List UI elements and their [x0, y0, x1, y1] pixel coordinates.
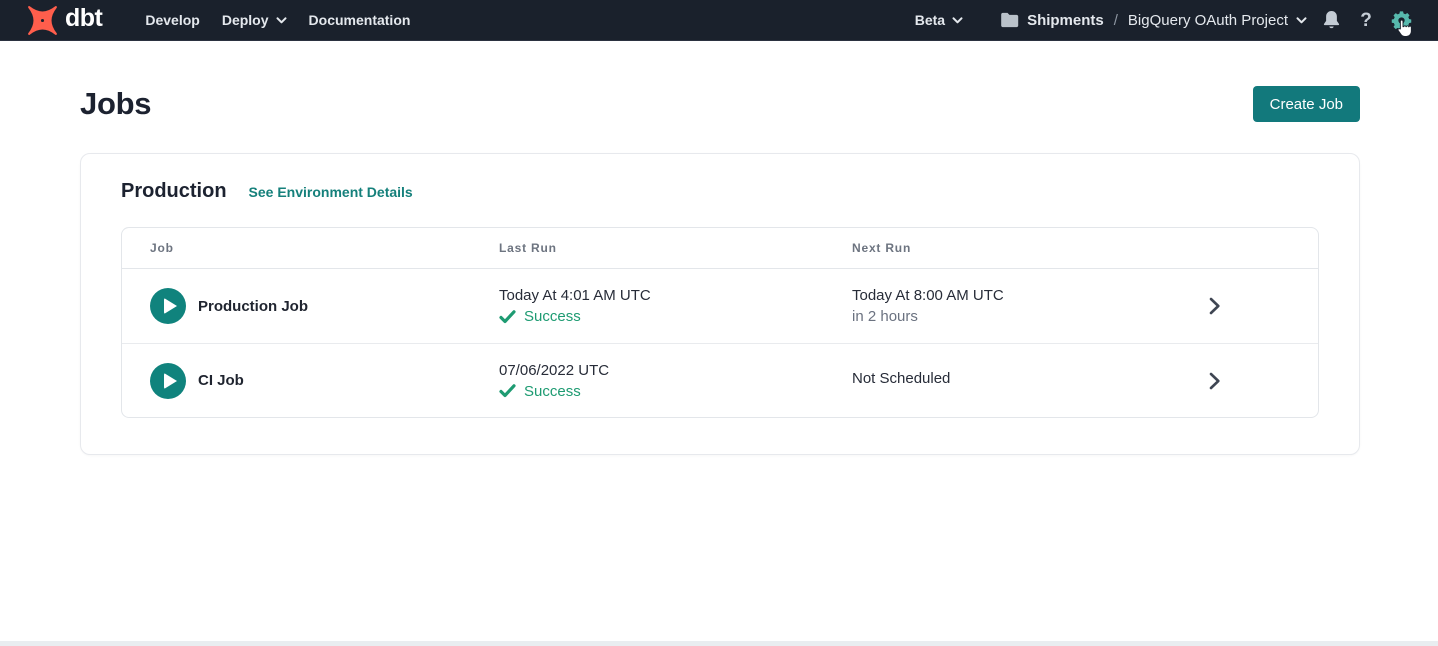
- breadcrumb-separator: /: [1114, 12, 1118, 29]
- row-detail-chevron[interactable]: [1107, 372, 1319, 390]
- environment-card: Production See Environment Details Job L…: [80, 153, 1360, 455]
- job-cell: Production Job: [150, 288, 499, 324]
- last-run-status-label: Success: [524, 383, 581, 400]
- nav-item-deploy[interactable]: Deploy: [222, 12, 287, 28]
- jobs-table: Job Last Run Next Run Production Job Tod…: [121, 227, 1319, 418]
- next-run-cell: Not Scheduled: [852, 370, 1107, 391]
- last-run-cell: Today At 4:01 AM UTC Success: [499, 287, 852, 325]
- nav-item-documentation[interactable]: Documentation: [309, 12, 411, 28]
- last-run-cell: 07/06/2022 UTC Success: [499, 362, 852, 400]
- last-run-time: 07/06/2022 UTC: [499, 362, 852, 379]
- job-cell: CI Job: [150, 363, 499, 399]
- dbt-logo-text: dbt: [65, 6, 102, 34]
- chevron-right-icon: [1209, 297, 1220, 315]
- beta-label: Beta: [915, 12, 945, 28]
- bell-icon: [1322, 10, 1341, 31]
- nav-item-documentation-label: Documentation: [309, 12, 411, 28]
- column-header-next-run: Next Run: [852, 241, 1107, 255]
- primary-nav: Develop Deploy Documentation: [134, 12, 421, 28]
- last-run-time: Today At 4:01 AM UTC: [499, 287, 852, 304]
- project-switcher[interactable]: Shipments / BigQuery OAuth Project: [1000, 12, 1307, 29]
- jobs-table-header: Job Last Run Next Run: [122, 228, 1318, 269]
- run-job-button[interactable]: [150, 288, 186, 324]
- folder-icon: [1000, 12, 1019, 28]
- chevron-down-icon: [1296, 17, 1307, 24]
- jobs-page: Jobs Create Job Production See Environme…: [0, 86, 1438, 455]
- notifications-button[interactable]: [1320, 9, 1342, 31]
- last-run-status-label: Success: [524, 308, 581, 325]
- environment-name: Production: [121, 180, 227, 203]
- chevron-right-icon: [1209, 372, 1220, 390]
- dbt-logo-center-dot: [41, 18, 44, 21]
- run-job-button[interactable]: [150, 363, 186, 399]
- check-icon: [499, 310, 516, 324]
- settings-button[interactable]: [1390, 9, 1412, 31]
- check-icon: [499, 384, 516, 398]
- next-run-cell: Today At 8:00 AM UTC in 2 hours: [852, 287, 1107, 325]
- chevron-down-icon: [276, 17, 287, 24]
- page-header: Jobs Create Job: [80, 86, 1360, 122]
- column-header-job: Job: [150, 241, 499, 255]
- last-run-status: Success: [499, 308, 852, 325]
- next-run-time: Not Scheduled: [852, 370, 1107, 387]
- beta-dropdown[interactable]: Beta: [915, 12, 963, 28]
- environment-card-header: Production See Environment Details: [121, 180, 1319, 203]
- job-row-ci-job[interactable]: CI Job 07/06/2022 UTC Success Not Schedu…: [122, 343, 1318, 417]
- help-button[interactable]: ?: [1355, 9, 1377, 31]
- last-run-status: Success: [499, 383, 852, 400]
- see-environment-details-link[interactable]: See Environment Details: [249, 184, 413, 200]
- job-name: CI Job: [198, 372, 244, 389]
- play-icon: [164, 298, 177, 314]
- page-title: Jobs: [80, 86, 151, 122]
- job-name: Production Job: [198, 298, 308, 315]
- dbt-logo[interactable]: dbt: [26, 4, 102, 37]
- project-name: BigQuery OAuth Project: [1128, 12, 1288, 29]
- next-run-relative: in 2 hours: [852, 308, 1107, 325]
- job-row-production-job[interactable]: Production Job Today At 4:01 AM UTC Succ…: [122, 269, 1318, 343]
- create-job-button[interactable]: Create Job: [1253, 86, 1360, 122]
- nav-item-deploy-label: Deploy: [222, 12, 269, 28]
- row-detail-chevron[interactable]: [1107, 297, 1319, 315]
- next-run-time: Today At 8:00 AM UTC: [852, 287, 1107, 304]
- bottom-edge-strip: [0, 641, 1438, 646]
- top-navbar: dbt Develop Deploy Documentation Beta Sh…: [0, 0, 1438, 41]
- play-icon: [164, 373, 177, 389]
- column-header-last-run: Last Run: [499, 241, 852, 255]
- nav-item-develop-label: Develop: [145, 12, 199, 28]
- nav-item-develop[interactable]: Develop: [145, 12, 199, 28]
- account-name: Shipments: [1027, 12, 1104, 29]
- chevron-down-icon: [952, 17, 963, 24]
- navbar-right-group: Beta Shipments / BigQuery OAuth Project …: [904, 9, 1412, 31]
- dbt-logo-icon: [26, 4, 59, 37]
- question-mark-icon: ?: [1360, 11, 1372, 30]
- gear-icon: [1391, 10, 1412, 31]
